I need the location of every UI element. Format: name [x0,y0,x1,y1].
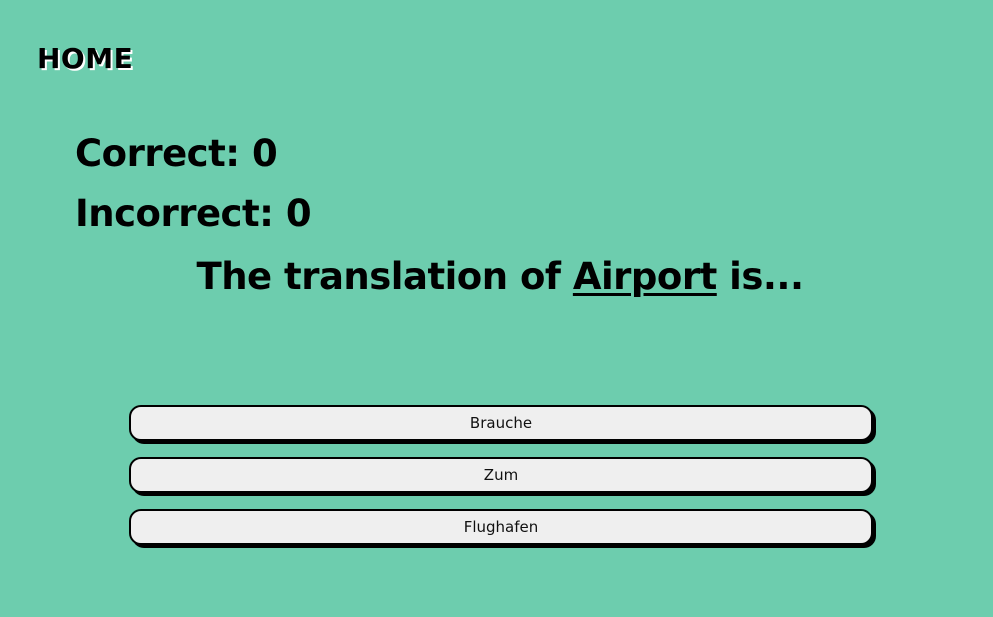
correct-count: Correct: 0 [75,132,278,175]
question-suffix: is... [716,255,804,298]
answer-option-button[interactable]: Zum [129,457,873,493]
answer-option-button[interactable]: Brauche [129,405,873,441]
answer-option-button[interactable]: Flughafen [129,509,873,545]
incorrect-count: Incorrect: 0 [75,192,312,235]
question-prefix: The translation of [196,255,573,298]
question-word: Airport [572,255,717,298]
home-link[interactable]: HOME [37,42,133,75]
answer-options: Brauche Zum Flughafen [129,405,873,561]
question-prompt: The translation of Airport is... [0,255,993,298]
